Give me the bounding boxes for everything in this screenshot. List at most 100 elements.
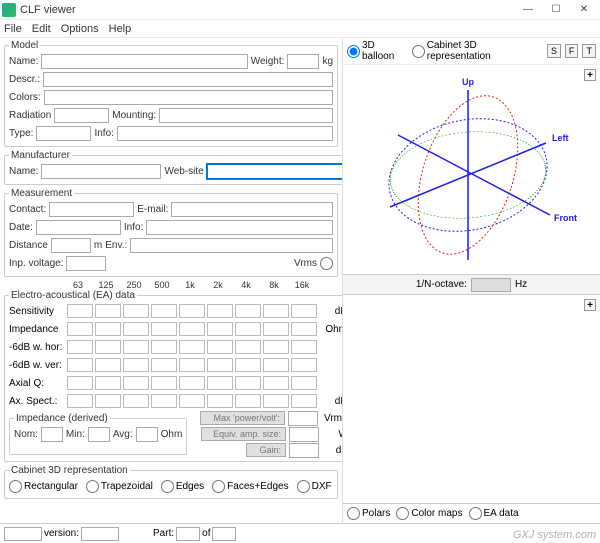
t-button[interactable]: T [582,44,596,58]
ea-cell[interactable] [123,358,149,372]
colormaps-option[interactable]: Color maps [396,507,462,520]
ea-cell[interactable] [207,304,233,318]
ea-cell[interactable] [207,376,233,390]
close-button[interactable]: ✕ [570,1,598,19]
gain-button[interactable]: Gain: [246,443,286,457]
inpvolt-input[interactable] [66,256,106,271]
ea-cell[interactable] [207,340,233,354]
ea-cell[interactable] [123,340,149,354]
eadata-option[interactable]: EA data [469,507,519,520]
s-button[interactable]: S [547,44,561,58]
ea-cell[interactable] [235,340,261,354]
maxpower-button[interactable]: Max 'power/volt': [200,411,285,425]
ea-cell[interactable] [263,340,289,354]
contact-input[interactable] [49,202,134,217]
equivamp-button[interactable]: Equiv. amp. size: [201,427,286,441]
inpvolt-radio[interactable] [320,257,333,270]
cabinet-option[interactable]: Rectangular [9,480,78,493]
env-input[interactable] [130,238,333,253]
cabinet3d-option[interactable]: Cabinet 3D representation [412,40,539,62]
balloon-radio[interactable] [347,45,360,58]
menu-options[interactable]: Options [61,23,99,35]
ea-cell[interactable] [291,340,317,354]
f-button[interactable]: F [565,44,579,58]
ea-cell[interactable] [235,304,261,318]
ea-cell[interactable] [207,322,233,336]
date-input[interactable] [36,220,121,235]
ea-cell[interactable] [207,358,233,372]
gain-input[interactable] [289,443,319,458]
ea-cell[interactable] [291,358,317,372]
ea-cell[interactable] [95,394,121,408]
ea-cell[interactable] [123,304,149,318]
cabinet-option[interactable]: Faces+Edges [212,480,288,493]
ea-cell[interactable] [291,304,317,318]
bottom-plus-button[interactable]: + [584,299,596,311]
ea-cell[interactable] [235,376,261,390]
ea-cell[interactable] [123,322,149,336]
ea-cell[interactable] [179,394,205,408]
ea-cell[interactable] [123,394,149,408]
ea-cell[interactable] [151,358,177,372]
ea-cell[interactable] [263,376,289,390]
ea-cell[interactable] [67,376,93,390]
menu-file[interactable]: File [4,23,22,35]
model-info-input[interactable] [117,126,333,141]
ea-cell[interactable] [95,322,121,336]
maxpower-input[interactable] [288,411,318,426]
radiation-input[interactable] [54,108,109,123]
ea-cell[interactable] [151,322,177,336]
ea-cell[interactable] [123,376,149,390]
ea-cell[interactable] [95,340,121,354]
ea-cell[interactable] [179,340,205,354]
ea-cell[interactable] [263,358,289,372]
ea-cell[interactable] [235,394,261,408]
minimize-button[interactable]: — [514,1,542,19]
colors-input[interactable] [44,90,333,105]
polars-option[interactable]: Polars [347,507,390,520]
ea-cell[interactable] [67,394,93,408]
email-input[interactable] [171,202,333,217]
mfr-name-input[interactable] [41,164,161,179]
ea-cell[interactable] [95,376,121,390]
weight-input[interactable] [287,54,319,69]
ea-cell[interactable] [179,376,205,390]
ea-cell[interactable] [179,358,205,372]
ea-cell[interactable] [179,304,205,318]
ea-cell[interactable] [235,322,261,336]
ea-cell[interactable] [291,322,317,336]
ea-cell[interactable] [291,376,317,390]
3d-viewer[interactable]: + Up Left Front [343,65,600,275]
descr-input[interactable] [43,72,333,87]
ea-cell[interactable] [263,322,289,336]
ea-cell[interactable] [151,340,177,354]
mounting-input[interactable] [159,108,333,123]
ea-cell[interactable] [95,304,121,318]
ea-cell[interactable] [151,376,177,390]
avg-input[interactable] [136,427,158,442]
ea-cell[interactable] [179,322,205,336]
cabinet-option[interactable]: Trapezoidal [86,480,153,493]
cabinet3d-radio[interactable] [412,45,425,58]
cabinet-option[interactable]: DXF [297,480,332,493]
website-input[interactable] [207,164,342,179]
ea-cell[interactable] [67,304,93,318]
ea-cell[interactable] [235,358,261,372]
ea-cell[interactable] [207,394,233,408]
maximize-button[interactable]: ☐ [542,1,570,19]
type-input[interactable] [36,126,91,141]
ea-cell[interactable] [263,304,289,318]
distance-input[interactable] [51,238,91,253]
ea-cell[interactable] [151,304,177,318]
ea-cell[interactable] [291,394,317,408]
balloon-option[interactable]: 3D balloon [347,40,408,62]
ea-cell[interactable] [67,358,93,372]
ea-cell[interactable] [67,340,93,354]
menu-edit[interactable]: Edit [32,23,51,35]
ea-cell[interactable] [151,394,177,408]
equivamp-input[interactable] [289,427,319,442]
cabinet-option[interactable]: Edges [161,480,204,493]
menu-help[interactable]: Help [109,23,132,35]
name-input[interactable] [41,54,247,69]
meas-info-input[interactable] [146,220,333,235]
